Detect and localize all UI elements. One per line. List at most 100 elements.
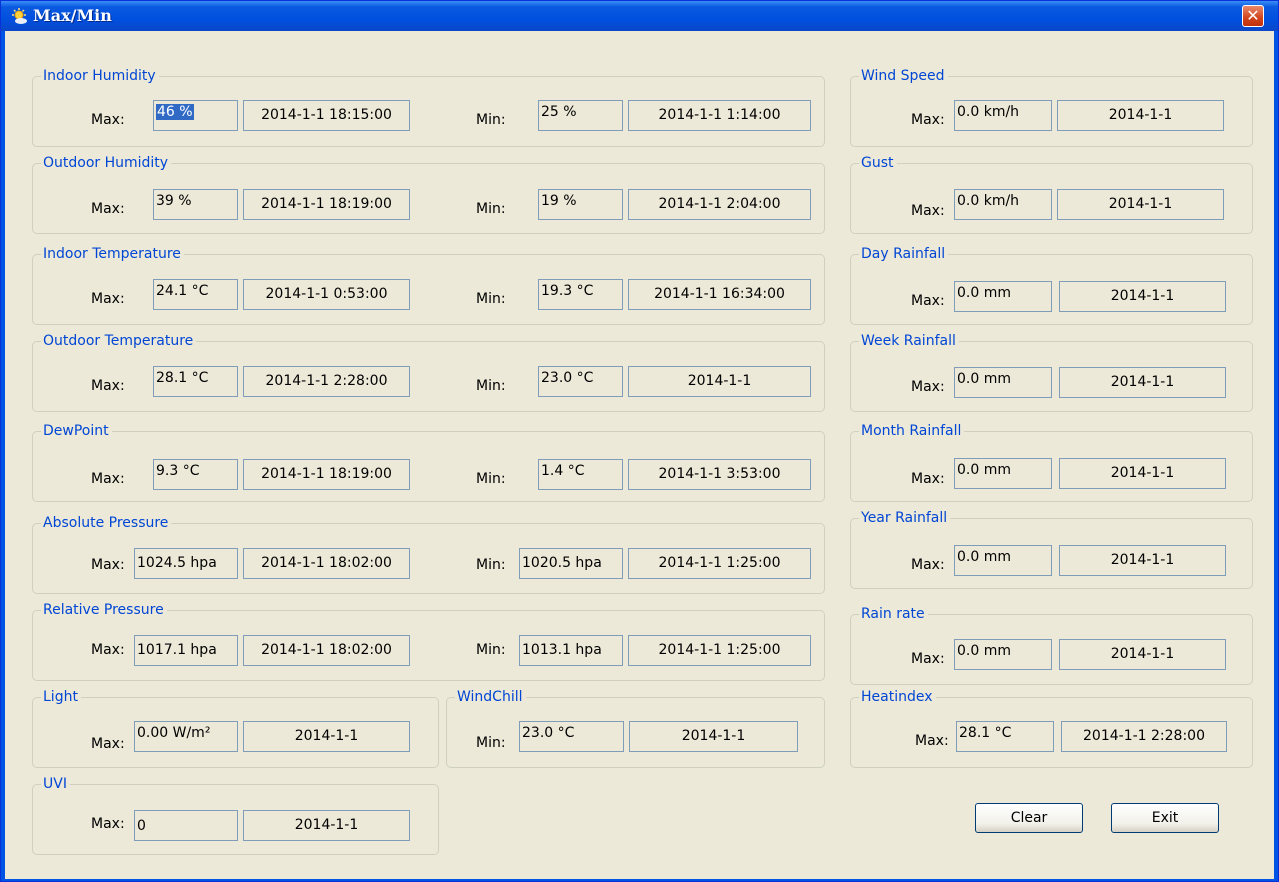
year-rainfall-group: Year Rainfall Max: 0.0 mm 2014-1-1 [850,509,1253,589]
min-value-field[interactable]: 1.4 °C [538,459,623,490]
max-time-field[interactable]: 2014-1-1 [1059,367,1226,398]
max-time-field[interactable]: 2014-1-1 [1059,639,1226,670]
dewpoint-group: DewPoint Max: 9.3 °C 2014-1-1 18:19:00 M… [32,422,825,502]
max-time-field[interactable]: 2014-1-1 18:02:00 [243,548,410,579]
month-rainfall-group: Month Rainfall Max: 0.0 mm 2014-1-1 [850,422,1253,502]
max-value-field[interactable]: 28.1 °C [153,366,238,397]
max-time-field[interactable]: 2014-1-1 [1057,189,1224,220]
max-label: Max: [911,471,945,487]
max-value-field[interactable]: 0.0 mm [954,545,1052,576]
wind-speed-group: Wind Speed Max: 0.0 km/h 2014-1-1 [850,67,1253,147]
group-title: Wind Speed [859,67,948,85]
group-title: Day Rainfall [859,245,949,263]
min-label: Min: [476,642,506,658]
min-value-field[interactable]: 23.0 °C [538,366,623,397]
max-value-field[interactable]: 0.0 km/h [954,100,1052,131]
outdoor-humidity-group: Outdoor Humidity Max: 39 % 2014-1-1 18:1… [32,154,825,234]
clear-button[interactable]: Clear [975,803,1083,833]
week-rainfall-group: Week Rainfall Max: 0.0 mm 2014-1-1 [850,332,1253,412]
max-min-window: Max/Min ✕ Indoor Humidity Max: 46 % 2014… [0,0,1279,882]
max-value-field[interactable]: 24.1 °C [153,279,238,310]
max-value-field[interactable]: 1017.1 hpa [134,635,238,666]
min-value-field[interactable]: 1020.5 hpa [519,548,623,579]
min-time-field[interactable]: 2014-1-1 1:25:00 [628,635,811,666]
max-value-field[interactable]: 0.00 W/m² [134,721,238,752]
min-label: Min: [476,291,506,307]
max-value-field[interactable]: 9.3 °C [153,459,238,490]
min-time-field[interactable]: 2014-1-1 1:25:00 [628,548,811,579]
max-value-field[interactable]: 0.0 mm [954,281,1052,312]
max-value-field[interactable]: 0.0 mm [954,458,1052,489]
max-time-field[interactable]: 2014-1-1 0:53:00 [243,279,410,310]
outdoor-temperature-group: Outdoor Temperature Max: 28.1 °C 2014-1-… [32,332,825,412]
group-title: Heatindex [859,688,936,706]
gust-group: Gust Max: 0.0 km/h 2014-1-1 [850,154,1253,234]
group-title: Week Rainfall [859,332,959,350]
max-label: Max: [91,557,125,573]
max-time-field[interactable]: 2014-1-1 18:15:00 [243,100,410,131]
max-time-field[interactable]: 2014-1-1 [243,810,410,841]
min-time-field[interactable]: 2014-1-1 [629,721,798,752]
min-label: Min: [476,112,506,128]
max-time-field[interactable]: 2014-1-1 [1057,100,1224,131]
max-value-field[interactable]: 46 % [153,100,238,131]
max-value-field[interactable]: 0.0 mm [954,367,1052,398]
max-value-field[interactable]: 0.0 mm [954,639,1052,670]
min-value-field[interactable]: 19 % [538,189,623,220]
max-time-field[interactable]: 2014-1-1 2:28:00 [1061,721,1227,752]
close-button[interactable]: ✕ [1242,5,1264,27]
max-time-field[interactable]: 2014-1-1 [1059,545,1226,576]
max-value-field[interactable]: 28.1 °C [956,721,1054,752]
max-time-field[interactable]: 2014-1-1 [1059,281,1226,312]
min-value-field[interactable]: 25 % [538,100,623,131]
group-title: Indoor Humidity [41,67,159,85]
exit-button[interactable]: Exit [1111,803,1219,833]
max-time-field[interactable]: 2014-1-1 18:19:00 [243,189,410,220]
max-label: Max: [91,378,125,394]
max-time-field[interactable]: 2014-1-1 2:28:00 [243,366,410,397]
min-time-field[interactable]: 2014-1-1 16:34:00 [628,279,811,310]
group-title: Gust [859,154,897,172]
group-title: Relative Pressure [41,601,167,619]
group-title: Light [41,688,81,706]
max-time-field[interactable]: 2014-1-1 18:02:00 [243,635,410,666]
min-value-field[interactable]: 23.0 °C [519,721,624,752]
indoor-temperature-group: Indoor Temperature Max: 24.1 °C 2014-1-1… [32,245,825,325]
light-group: Light Max: 0.00 W/m² 2014-1-1 [32,688,439,768]
min-value-field[interactable]: 1013.1 hpa [519,635,623,666]
max-label: Max: [911,293,945,309]
absolute-pressure-group: Absolute Pressure Max: 1024.5 hpa 2014-1… [32,514,825,594]
max-time-field[interactable]: 2014-1-1 [243,721,410,752]
max-label: Max: [91,736,125,752]
group-title: Month Rainfall [859,422,965,440]
max-label: Max: [911,112,945,128]
min-value-field[interactable]: 19.3 °C [538,279,623,310]
max-value-field[interactable]: 0.0 km/h [954,189,1052,220]
rain-rate-group: Rain rate Max: 0.0 mm 2014-1-1 [850,605,1253,685]
title-bar[interactable]: Max/Min ✕ [1,1,1278,31]
min-time-field[interactable]: 2014-1-1 [628,366,811,397]
windchill-group: WindChill Min: 23.0 °C 2014-1-1 [446,688,825,768]
max-value-field[interactable]: 1024.5 hpa [134,548,238,579]
max-time-field[interactable]: 2014-1-1 [1059,458,1226,489]
group-title: Indoor Temperature [41,245,184,263]
max-label: Max: [911,557,945,573]
max-value-field[interactable]: 0 [134,810,238,841]
group-title: Rain rate [859,605,928,623]
group-title: WindChill [455,688,526,706]
weather-sun-icon [12,8,27,24]
max-value-field[interactable]: 39 % [153,189,238,220]
min-label: Min: [476,378,506,394]
min-time-field[interactable]: 2014-1-1 2:04:00 [628,189,811,220]
group-title: Absolute Pressure [41,514,172,532]
max-label: Max: [911,203,945,219]
selected-text: 46 % [156,104,194,120]
min-time-field[interactable]: 2014-1-1 1:14:00 [628,100,811,131]
max-time-field[interactable]: 2014-1-1 18:19:00 [243,459,410,490]
max-label: Max: [91,201,125,217]
min-time-field[interactable]: 2014-1-1 3:53:00 [628,459,811,490]
group-title: DewPoint [41,422,112,440]
max-label: Max: [91,112,125,128]
min-label: Min: [476,471,506,487]
max-label: Max: [911,379,945,395]
